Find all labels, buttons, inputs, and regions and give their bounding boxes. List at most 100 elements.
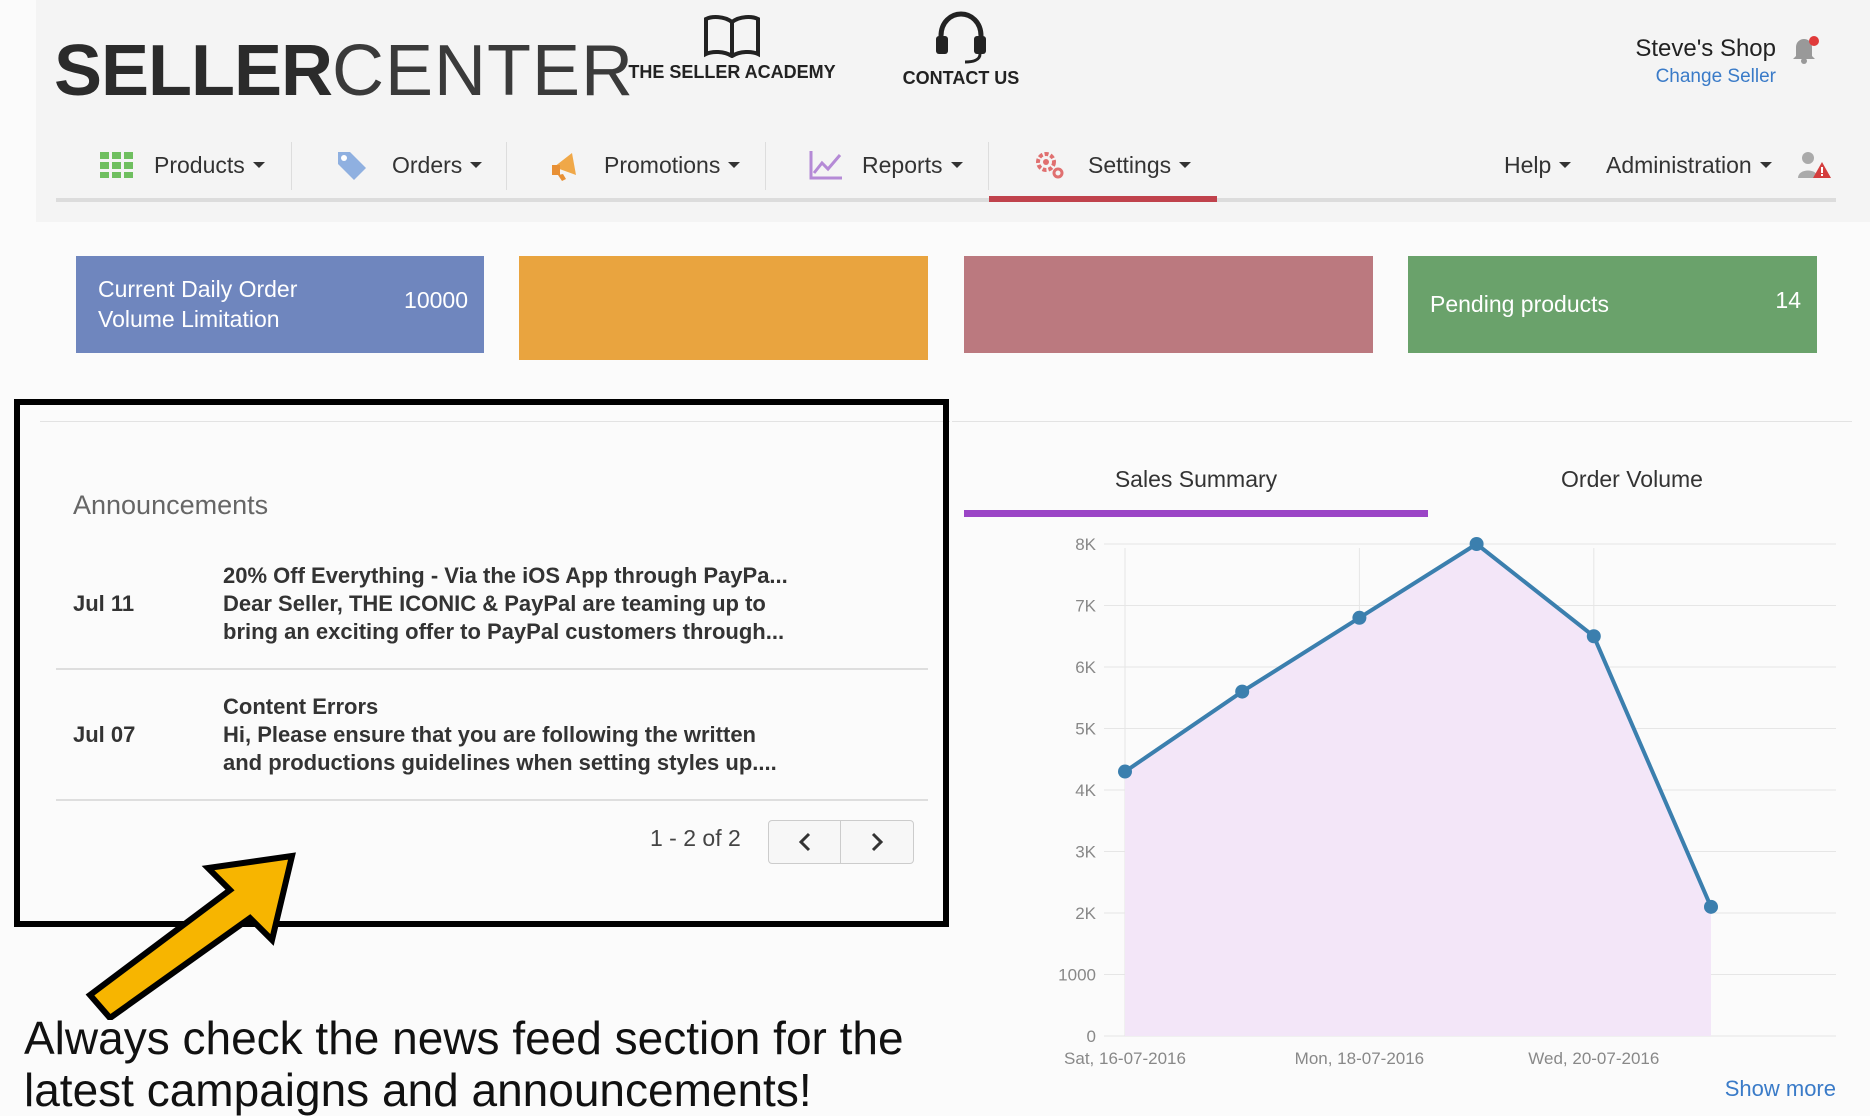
announcement-item[interactable]: Content Errors Hi, Please ensure that yo… <box>223 693 843 777</box>
sales-chart: 0 1000 2K 3K 4K 5K 6K 7K 8K Sat, 16-07-2016 Mon, … <box>1058 535 1836 1068</box>
seller-center-logo[interactable]: SELLERCENTER <box>54 26 634 116</box>
data-point[interactable] <box>1352 610 1367 625</box>
chevron-left-icon <box>798 832 811 852</box>
gear-icon <box>1036 152 1064 179</box>
announcement-divider <box>56 668 928 670</box>
tile-value: 10000 <box>404 287 468 313</box>
tag-icon <box>338 152 366 180</box>
tile-label: Pending products <box>1430 291 1610 317</box>
contact-us-link[interactable]: CONTACT US <box>896 10 1026 89</box>
nav-reports-label: Reports <box>862 151 943 178</box>
book-icon <box>704 15 760 58</box>
nav-divider <box>506 142 507 190</box>
change-seller-link[interactable]: Change Seller <box>1560 66 1776 88</box>
tile-value: 14 <box>1775 287 1801 313</box>
nav-promotions[interactable]: Promotions <box>550 134 741 196</box>
y-tick-label: 0 <box>1087 1027 1096 1046</box>
nav-help-label: Help <box>1504 151 1552 178</box>
headset-icon <box>936 11 986 64</box>
grid-icon <box>100 152 133 178</box>
y-tick-label: 6K <box>1075 658 1096 677</box>
pager-count: 1 - 2 of 2 <box>650 825 741 851</box>
next-page-button[interactable] <box>841 821 913 863</box>
y-tick-label: 8K <box>1075 535 1096 554</box>
megaphone-icon <box>552 153 576 181</box>
announcement-title: 20% Off Everything - Via the iOS App thr… <box>223 563 788 588</box>
tutorial-caption: Always check the news feed section for t… <box>24 1012 964 1116</box>
y-tick-label: 4K <box>1075 781 1096 800</box>
nav-settings-label: Settings <box>1088 151 1172 178</box>
tab-sales-summary[interactable]: Sales Summary <box>964 466 1428 493</box>
caption-line: Always check the news feed section for t… <box>24 1012 904 1064</box>
tile-daily-order-limit[interactable]: Current Daily Order Volume Limitation 100… <box>76 256 484 353</box>
caret-down-icon <box>950 162 963 168</box>
nav-orders[interactable]: Orders <box>336 134 483 196</box>
announcement-divider <box>56 799 928 801</box>
panel-divider <box>952 421 1852 422</box>
pointer-arrow-icon <box>80 850 300 1025</box>
announcement-body: Hi, Please ensure that you are following… <box>223 722 756 747</box>
previous-page-button[interactable] <box>769 821 841 863</box>
announcements-title: Announcements <box>73 490 269 520</box>
shop-name: Steve's Shop <box>1635 35 1776 62</box>
announcement-date: Jul 07 <box>73 722 136 747</box>
chart-icon <box>809 151 842 180</box>
nav-divider <box>291 142 292 190</box>
data-point[interactable] <box>1235 684 1250 699</box>
tile-label: Current Daily Order <box>98 276 298 302</box>
data-point[interactable] <box>1586 629 1601 644</box>
y-tick-label: 5K <box>1075 720 1096 739</box>
data-point[interactable] <box>1469 537 1484 551</box>
announcement-title: Content Errors <box>223 694 379 719</box>
tile-label: Volume Limitation <box>98 306 280 332</box>
caret-down-icon <box>252 162 265 168</box>
caret-down-icon <box>1759 162 1772 168</box>
x-tick-label: Wed, 20-07-2016 <box>1528 1049 1659 1068</box>
show-more-link[interactable]: Show more <box>1690 1076 1836 1102</box>
y-tick-label: 2K <box>1075 904 1096 923</box>
contact-us-label: CONTACT US <box>902 68 1020 88</box>
y-tick-label: 1000 <box>1058 966 1096 985</box>
nav-products-label: Products <box>154 151 245 178</box>
nav-reports[interactable]: Reports <box>808 134 963 196</box>
announcement-body: and productions guidelines when setting … <box>223 750 777 775</box>
seller-academy-label: THE SELLER ACADEMY <box>628 62 836 82</box>
chevron-right-icon <box>871 832 884 852</box>
caret-down-icon <box>470 162 483 168</box>
x-tick-label: Sat, 16-07-2016 <box>1064 1049 1186 1068</box>
nav-products[interactable]: Products <box>100 134 265 196</box>
caret-down-icon <box>1559 162 1572 168</box>
data-point[interactable] <box>1704 899 1718 914</box>
tab-active-indicator <box>964 510 1428 517</box>
tab-order-volume[interactable]: Order Volume <box>1428 466 1836 493</box>
caret-down-icon <box>1179 162 1192 168</box>
tile-red[interactable] <box>964 256 1373 353</box>
nav-administration[interactable]: Administration <box>1606 134 1772 196</box>
pager <box>768 820 914 864</box>
main-navigation: Products Orders Promotions Reports Setti… <box>56 134 1836 202</box>
nav-divider <box>988 142 989 190</box>
announcement-body: Dear Seller, THE ICONIC & PayPal are tea… <box>223 591 766 616</box>
seller-academy-link[interactable]: THE SELLER ACADEMY <box>622 14 842 83</box>
y-tick-label: 3K <box>1075 843 1096 862</box>
data-point[interactable] <box>1118 764 1132 779</box>
nav-help[interactable]: Help <box>1504 134 1572 196</box>
nav-orders-label: Orders <box>392 151 463 178</box>
announcement-body: bring an exciting offer to PayPal custom… <box>223 619 785 644</box>
announcement-item[interactable]: 20% Off Everything - Via the iOS App thr… <box>223 562 843 646</box>
user-alert-icon[interactable] <box>1798 134 1832 196</box>
nav-settings[interactable]: Settings <box>1034 134 1192 196</box>
tile-orange[interactable] <box>519 256 928 360</box>
nav-active-indicator <box>989 196 1217 202</box>
nav-promotions-label: Promotions <box>604 151 721 178</box>
notification-bell-icon[interactable] <box>1790 34 1820 69</box>
nav-divider <box>765 142 766 190</box>
tile-pending-products[interactable]: Pending products 14 <box>1408 256 1817 353</box>
caption-line: latest campaigns and announcements! <box>24 1064 812 1116</box>
nav-baseline <box>56 198 1836 202</box>
caret-down-icon <box>728 162 741 168</box>
announcement-date: Jul 11 <box>73 591 135 616</box>
nav-administration-label: Administration <box>1606 151 1752 178</box>
sales-area <box>1125 544 1711 1036</box>
x-tick-label: Mon, 18-07-2016 <box>1295 1049 1424 1068</box>
